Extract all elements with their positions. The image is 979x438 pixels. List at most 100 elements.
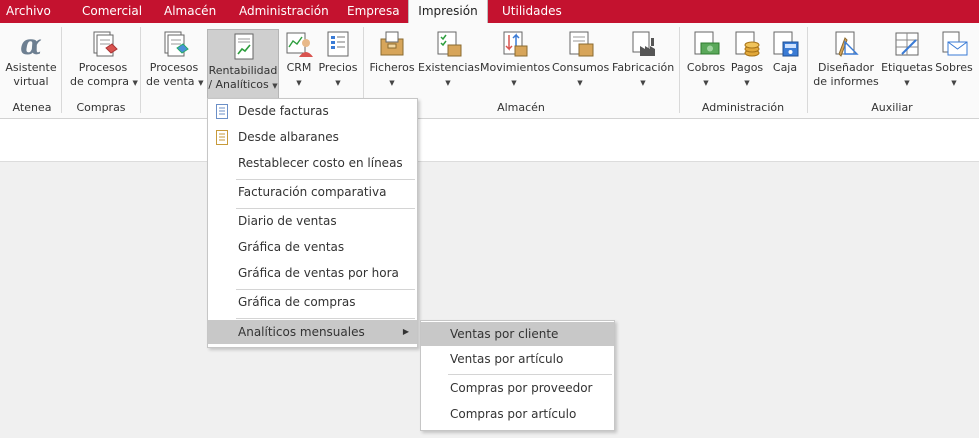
cobros-button[interactable]: Cobros ▼: [684, 27, 728, 97]
button-label: Pagos: [730, 61, 764, 74]
caja-button[interactable]: Caja: [768, 27, 802, 97]
menu-item-label: Desde albaranes: [238, 130, 339, 144]
procesos-compra-button[interactable]: Procesos de compra ▼: [70, 27, 138, 97]
fabricacion-button[interactable]: Fabricación ▼: [612, 27, 674, 97]
button-label: Sobres: [935, 61, 973, 74]
button-label: Procesos: [149, 61, 199, 74]
group-label-auxiliar: Auxiliar: [871, 101, 913, 114]
menu-item-label: Facturación comparativa: [238, 185, 387, 199]
group-label-compras: Compras: [76, 101, 126, 114]
chevron-down-icon: ▼: [904, 79, 910, 87]
group-divider: [140, 27, 141, 113]
factory-icon: [628, 29, 658, 59]
purchase-doc-icon: [88, 29, 118, 59]
menu-item-desde-facturas[interactable]: Desde facturas: [208, 99, 417, 123]
price-list-icon: [323, 29, 353, 59]
precios-button[interactable]: Precios ▼: [318, 27, 358, 97]
menu-item-grafica-compras[interactable]: Gráfica de compras: [208, 290, 417, 314]
button-label: Caja: [772, 61, 798, 74]
submenu-item-ventas-cliente[interactable]: Ventas por cliente: [421, 322, 614, 346]
chevron-down-icon: ▼: [296, 79, 302, 87]
chevron-down-icon: ▼: [744, 79, 750, 87]
menu-item-label: Compras por artículo: [450, 407, 577, 421]
analiticos-submenu: Ventas por cliente Ventas por artículo C…: [420, 320, 615, 431]
coins-icon: [732, 29, 762, 59]
existencias-button[interactable]: Existencias ▼: [418, 27, 480, 97]
crm-button[interactable]: CRM ▼: [282, 27, 316, 97]
button-label: Existencias: [418, 61, 480, 74]
envelope-icon: [939, 29, 969, 59]
consumos-button[interactable]: Consumos ▼: [552, 27, 610, 97]
button-label: de venta: [146, 75, 195, 88]
etiquetas-button[interactable]: Etiquetas ▼: [880, 27, 934, 97]
pagos-button[interactable]: Pagos ▼: [728, 27, 766, 97]
menu-item-restablecer-costo[interactable]: Restablecer costo en líneas: [208, 151, 417, 175]
chevron-down-icon: ▼: [951, 79, 957, 87]
menu-item-grafica-ventas-hora[interactable]: Gráfica de ventas por hora: [208, 261, 417, 285]
movimientos-button[interactable]: Movimientos ▼: [480, 27, 550, 97]
menu-item-label: Analíticos mensuales: [238, 325, 365, 339]
crm-icon: [284, 29, 314, 59]
tab-comercial[interactable]: Comercial: [82, 0, 142, 23]
menu-item-facturacion-comparativa[interactable]: Facturación comparativa: [208, 180, 417, 204]
sales-doc-icon: [159, 29, 189, 59]
chart-doc-icon: [228, 32, 258, 62]
button-label: Diseñador: [818, 61, 874, 74]
tab-empresa[interactable]: Empresa: [347, 0, 400, 23]
procesos-venta-button[interactable]: Procesos de venta ▼: [146, 27, 203, 97]
chevron-down-icon: ▼: [577, 79, 583, 87]
menu-separator: [236, 318, 415, 319]
menu-item-analiticos-mensuales[interactable]: Analíticos mensuales ▶: [208, 320, 417, 344]
button-label: de compra: [70, 75, 129, 88]
ficheros-button[interactable]: Ficheros ▼: [368, 27, 416, 97]
button-label: Asistente: [5, 61, 57, 74]
menu-bar: Archivo Comercial Almacén Administración…: [0, 0, 979, 23]
sobres-button[interactable]: Sobres ▼: [934, 27, 974, 97]
menu-item-desde-albaranes[interactable]: Desde albaranes: [208, 125, 417, 149]
chevron-right-icon: ▶: [402, 327, 409, 336]
button-label: Procesos: [78, 61, 128, 74]
cash-register-icon: [770, 29, 800, 59]
tab-archivo[interactable]: Archivo: [6, 0, 58, 23]
button-label: Fabricación: [612, 61, 675, 74]
movements-icon: [499, 29, 529, 59]
button-label: Rentabilidad: [208, 64, 278, 77]
menu-item-label: Gráfica de compras: [238, 295, 356, 309]
chevron-down-icon: ▼: [511, 79, 517, 87]
tab-administracion[interactable]: Administración: [239, 0, 329, 23]
menu-item-label: Compras por proveedor: [450, 381, 593, 395]
submenu-item-ventas-articulo[interactable]: Ventas por artículo: [421, 347, 614, 371]
chevron-down-icon: ▼: [132, 79, 138, 87]
rentabilidad-analiticos-button[interactable]: Rentabilidad / Analíticos ▼: [207, 29, 279, 99]
chevron-down-icon: ▼: [335, 79, 341, 87]
chevron-down-icon: ▼: [272, 82, 278, 90]
button-label: / Analíticos: [208, 78, 269, 91]
submenu-item-compras-proveedor[interactable]: Compras por proveedor: [421, 376, 614, 400]
menu-item-label: Restablecer costo en líneas: [238, 156, 403, 170]
button-label: Cobros: [686, 61, 726, 74]
submenu-item-compras-articulo[interactable]: Compras por artículo: [421, 402, 614, 426]
menu-item-label: Diario de ventas: [238, 214, 337, 228]
files-box-icon: [377, 29, 407, 59]
ribbon: α Asistente virtual Procesos de compra ▼…: [0, 23, 979, 119]
alpha-icon: α: [16, 28, 46, 61]
tab-utilidades[interactable]: Utilidades: [502, 0, 562, 23]
disenador-informes-button[interactable]: Diseñador de informes: [812, 27, 880, 97]
report-designer-icon: [831, 29, 861, 59]
money-in-icon: [691, 29, 721, 59]
chevron-down-icon: ▼: [389, 79, 395, 87]
svg-text:α: α: [20, 29, 42, 59]
button-label: Consumos: [552, 61, 610, 74]
menu-item-diario-ventas[interactable]: Diario de ventas: [208, 209, 417, 233]
document-strip: [0, 119, 979, 162]
menu-item-label: Ventas por cliente: [450, 327, 559, 341]
menu-item-label: Desde facturas: [238, 104, 329, 118]
menu-item-label: Gráfica de ventas por hora: [238, 266, 399, 280]
asistente-virtual-button[interactable]: α Asistente virtual: [4, 27, 58, 97]
menu-item-grafica-ventas[interactable]: Gráfica de ventas: [208, 235, 417, 259]
tab-almacen[interactable]: Almacén: [164, 0, 216, 23]
tab-impresion[interactable]: Impresión: [408, 0, 488, 23]
menu-item-label: Gráfica de ventas: [238, 240, 345, 254]
chevron-down-icon: ▼: [640, 79, 646, 87]
group-label-atenea: Atenea: [12, 101, 52, 114]
